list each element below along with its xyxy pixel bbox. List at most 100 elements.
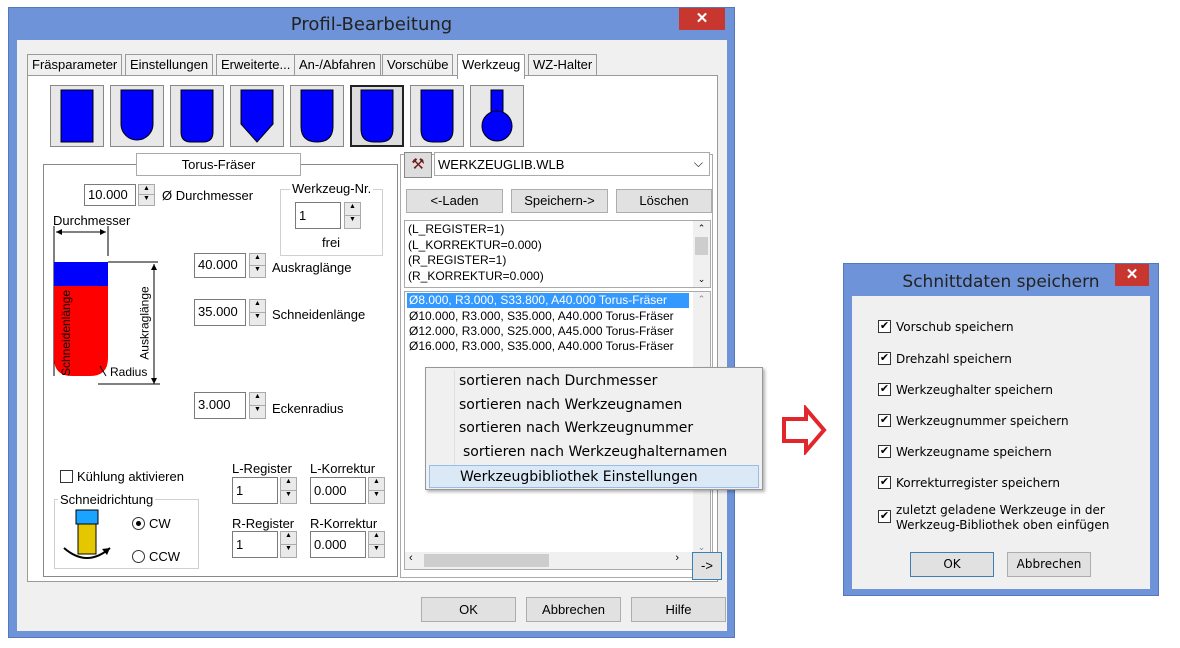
params-line: (R_KORREKTUR=0.000): [408, 268, 544, 283]
r-korrektur-input[interactable]: 0.000: [310, 531, 366, 558]
library-file-value: WERKZEUGLIB.WLB: [438, 157, 565, 172]
library-file-select[interactable]: WERKZEUGLIB.WLB ⌵: [434, 152, 710, 176]
diameter-spinner[interactable]: ▲ ▼: [138, 184, 155, 206]
tab-einstellungen[interactable]: Einstellungen: [125, 54, 214, 75]
r-register-spinner[interactable]: ▲ ▼: [280, 531, 297, 558]
help-button[interactable]: Hilfe: [631, 597, 726, 622]
tool-shape-torus-small-icon[interactable]: [170, 85, 224, 147]
l-korrektur-input[interactable]: 0.000: [310, 477, 366, 504]
drehzahl-checkbox[interactable]: ✔: [878, 352, 891, 365]
profil-bearbeitung-dialog: Profil-Bearbeitung ✕ Fräsparameter Einst…: [8, 7, 735, 638]
load-button[interactable]: <-Laden: [406, 189, 503, 213]
r-korrektur-spinner[interactable]: ▲ ▼: [368, 531, 385, 558]
list-item[interactable]: Ø16.000, R3.000, S35.000, A40.000 Torus-…: [409, 339, 674, 354]
tool-nr-spinner[interactable]: ▲ ▼: [344, 202, 361, 229]
tab-erweiterte[interactable]: Erweiterte...: [216, 54, 296, 75]
tool-nr-input[interactable]: 1: [295, 202, 341, 229]
r-register-input[interactable]: 1: [232, 531, 278, 558]
save-dialog-cancel-button[interactable]: Abbrechen: [1007, 552, 1091, 577]
list-item-text: Ø8.000, R3.000, S33.800, A40.000 Torus-F…: [409, 293, 667, 307]
list-item[interactable]: Ø10.000, R3.000, S35.000, A40.000 Torus-…: [409, 309, 674, 324]
cutting-length-spinner[interactable]: ▲ ▼: [249, 299, 266, 326]
werkzeugname-label: Werkzeugname speichern: [896, 445, 1052, 459]
overhang-spinner[interactable]: ▲ ▼: [249, 253, 266, 278]
overhang-label: Auskraglänge: [272, 260, 352, 275]
menu-item-sort-holder[interactable]: sortieren nach Werkzeughalternamen: [426, 441, 762, 464]
tool-nr-status: frei: [322, 235, 341, 250]
delete-button[interactable]: Löschen: [616, 189, 712, 213]
close-button[interactable]: ✕: [679, 8, 725, 30]
werkzeugname-checkbox[interactable]: ✔: [878, 445, 891, 458]
scroll-down-icon[interactable]: ⌄: [693, 272, 710, 288]
params-line: (L_REGISTER=1): [408, 222, 505, 236]
werkzeughalter-checkbox[interactable]: ✔: [878, 383, 891, 396]
params-textbox[interactable]: (L_REGISTER=1) (L_KORREKTUR=0.000) (R_RE…: [404, 220, 711, 288]
context-menu: sortieren nach Durchmesser sortieren nac…: [425, 367, 763, 490]
save-dialog-title: Schnittdaten speichern: [902, 272, 1100, 292]
menu-item-sort-diameter[interactable]: sortieren nach Durchmesser: [426, 370, 762, 393]
save-button[interactable]: Speichern->: [511, 189, 608, 213]
direction-ccw-radio[interactable]: [132, 550, 145, 563]
tab-an-abfahren[interactable]: An-/Abfahren: [294, 54, 381, 75]
list-item-text: Ø16.000, R3.000, S35.000, A40.000 Torus-…: [409, 339, 674, 353]
illus-schneidenlaenge-label: Schneidenlänge: [59, 289, 74, 377]
insert-top-checkbox[interactable]: ✔: [878, 510, 891, 523]
cutting-length-input[interactable]: 35.000: [194, 299, 246, 326]
tool-shape-ball-icon[interactable]: [110, 85, 164, 147]
save-dialog-ok-button[interactable]: OK: [910, 552, 994, 577]
tab-werkzeug[interactable]: Werkzeug: [457, 54, 526, 79]
dialog-client: Fräsparameter Einstellungen Erweiterte..…: [17, 40, 727, 631]
list-item-text: Ø12.000, R3.000, S25.000, A45.000 Torus-…: [409, 324, 674, 338]
cancel-button[interactable]: Abbrechen: [526, 597, 621, 622]
save-dialog-client: ✔ Vorschub speichern ✔ Drehzahl speicher…: [852, 296, 1150, 589]
corner-radius-spinner[interactable]: ▲ ▼: [249, 392, 266, 419]
hammer-icon[interactable]: ⚒: [404, 152, 432, 178]
l-korrektur-spinner[interactable]: ▲ ▼: [368, 477, 385, 504]
korrekturregister-checkbox[interactable]: ✔: [878, 476, 891, 489]
tool-shape-flat-icon[interactable]: [50, 85, 104, 147]
vorschub-checkbox[interactable]: ✔: [878, 320, 891, 333]
werkzeugnummer-checkbox[interactable]: ✔: [878, 414, 891, 427]
menu-item-sort-number[interactable]: sortieren nach Werkzeugnummer: [426, 417, 762, 440]
params-line: (R_REGISTER=1): [408, 253, 507, 267]
list-item[interactable]: Ø8.000, R3.000, S33.800, A40.000 Torus-F…: [407, 293, 689, 308]
tab-wz-halter[interactable]: WZ-Halter: [528, 54, 598, 75]
scroll-up-icon[interactable]: ⌃: [693, 221, 710, 235]
direction-title: Schneidrichtung: [58, 492, 156, 507]
scroll-thumb[interactable]: [424, 554, 549, 567]
ok-button[interactable]: OK: [421, 597, 516, 622]
overhang-input[interactable]: 40.000: [194, 253, 246, 278]
tool-shape-bullnose-icon[interactable]: [290, 85, 344, 147]
params-line: (L_KORREKTUR=0.000): [408, 237, 542, 252]
tool-shape-vbit-icon[interactable]: [230, 85, 284, 147]
list-item[interactable]: Ø12.000, R3.000, S25.000, A45.000 Torus-…: [409, 324, 674, 339]
tool-shape-torus-icon[interactable]: [350, 85, 404, 147]
tab-fraesparameter[interactable]: Fräsparameter: [27, 54, 123, 75]
scroll-up-icon[interactable]: ⌃: [693, 292, 710, 306]
params-scrollbar[interactable]: ⌃ ⌄: [693, 221, 710, 287]
scroll-left-icon[interactable]: ‹: [409, 552, 413, 564]
menu-item-sort-name[interactable]: sortieren nach Werkzeugnamen: [426, 394, 762, 417]
tab-vorschuebe[interactable]: Vorschübe: [382, 54, 454, 75]
direction-cw-radio[interactable]: [132, 517, 145, 530]
direction-cw-label: CW: [149, 516, 171, 531]
list-hscrollbar[interactable]: ‹ ›: [405, 552, 693, 569]
scroll-thumb[interactable]: [695, 237, 708, 255]
scroll-right-icon[interactable]: ›: [675, 552, 679, 564]
menu-item-library-settings[interactable]: Werkzeugbibliothek Einstellungen: [429, 465, 759, 488]
tool-type-label: Torus-Fräser: [136, 153, 301, 176]
l-register-input[interactable]: 1: [232, 477, 278, 504]
coolant-checkbox[interactable]: [60, 470, 73, 483]
dialog-title: Profil-Bearbeitung: [290, 14, 453, 35]
insert-top-label-line1: zuletzt geladene Werkzeuge in der: [896, 503, 1105, 517]
l-register-spinner[interactable]: ▲ ▼: [280, 477, 297, 504]
werkzeug-tab-page: Torus-Fräser 10.000 ▲ ▼ Ø Durchmesser Wer…: [27, 75, 722, 582]
save-dialog-close-button[interactable]: ✕: [1115, 264, 1149, 286]
illus-auskraglaenge-label: Auskraglänge: [137, 286, 152, 360]
corner-radius-input[interactable]: 3.000: [194, 392, 246, 419]
tool-shape-lollipop-flat-icon[interactable]: [410, 85, 464, 147]
illus-radius-label: Radius: [110, 365, 148, 379]
tool-shape-lollipop-icon[interactable]: [470, 85, 524, 147]
transfer-arrow-button[interactable]: ->: [692, 552, 722, 580]
diameter-input[interactable]: 10.000: [84, 184, 136, 206]
